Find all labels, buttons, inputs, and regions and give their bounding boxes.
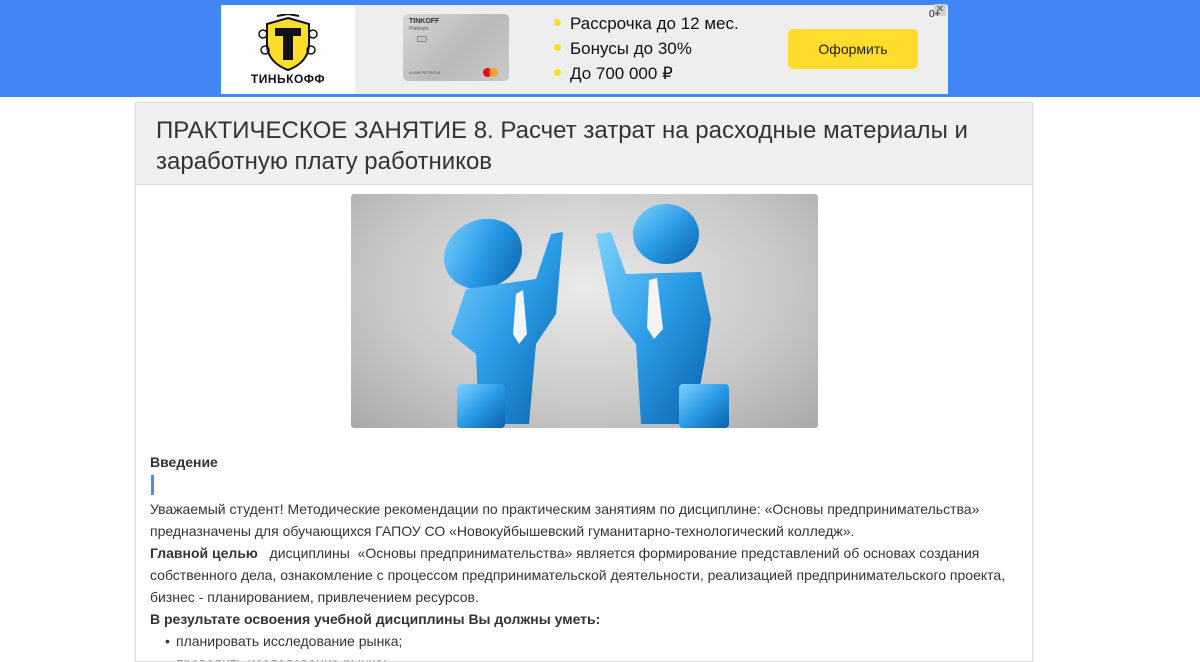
article-panel: ПРАКТИЧЕСКОЕ ЗАНЯТИЕ 8. Расчет затрат на… xyxy=(135,102,1033,662)
ad-benefits-list: Рассрочка до 12 мес. Бонусы до 30% До 70… xyxy=(554,11,739,86)
intro-paragraph: Уважаемый студент! Методические рекоменд… xyxy=(150,501,980,539)
skills-heading: В результате освоения учебной дисциплины… xyxy=(150,608,1020,630)
article-header: ПРАКТИЧЕСКОЕ ЗАНЯТИЕ 8. Расчет затрат на… xyxy=(136,103,1032,185)
ad-age-rating: 0+ xyxy=(929,9,941,20)
skills-heading-text: В результате освоения учебной дисциплины… xyxy=(150,611,601,627)
tinkoff-crest-icon xyxy=(258,14,318,72)
list-item: планировать исследование рынка; xyxy=(165,630,1020,652)
page-title: ПРАКТИЧЕСКОЕ ЗАНЯТИЕ 8. Расчет затрат на… xyxy=(156,117,968,175)
goal-paragraph: Главной целью дисциплины «Основы предпри… xyxy=(150,542,1020,608)
credit-card-image: TINKOFF Platinum ALINA PETROVA xyxy=(403,14,509,81)
ad-apply-button[interactable]: Оформить xyxy=(788,29,918,69)
article-body: Введение Уважаемый студент! Методические… xyxy=(150,451,1020,661)
card-chip-icon xyxy=(417,36,427,42)
ad-brand-name: ТИНЬКОФФ xyxy=(250,72,326,86)
goal-bold-label: Главной целью xyxy=(150,545,258,561)
handshake-figures-icon xyxy=(444,204,729,428)
ad-benefit-item: Рассрочка до 12 мес. xyxy=(554,11,739,36)
ad-benefit-text: Рассрочка до 12 мес. xyxy=(570,14,739,33)
mastercard-icon xyxy=(483,68,499,77)
ad-logo-area: ТИНЬКОФФ xyxy=(221,5,355,94)
ad-benefit-item: Бонусы до 30% xyxy=(554,36,739,61)
card-brand: TINKOFF xyxy=(409,18,440,25)
accent-bar xyxy=(151,475,154,495)
card-holder: ALINA PETROVA xyxy=(409,70,441,75)
card-tier: Platinum xyxy=(409,26,429,32)
skills-list: планировать исследование рынка; проводит… xyxy=(150,630,1020,661)
bullet-dot-icon xyxy=(554,69,561,77)
advertisement-banner[interactable]: ТИНЬКОФФ TINKOFF Platinum ALINA PETROVA … xyxy=(221,5,948,94)
list-item: проводить исследование рынка; xyxy=(165,652,1020,661)
bullet-dot-icon xyxy=(554,19,561,27)
hero-image xyxy=(351,194,818,428)
goal-text: дисциплины «Основы предпринимательства» … xyxy=(150,545,1009,605)
ad-benefit-text: Бонусы до 30% xyxy=(570,39,692,58)
intro-heading: Введение xyxy=(150,454,218,470)
ad-benefit-item: До 700 000 ₽ xyxy=(554,61,739,86)
ad-benefit-text: До 700 000 ₽ xyxy=(570,64,673,83)
bullet-dot-icon xyxy=(554,44,561,52)
